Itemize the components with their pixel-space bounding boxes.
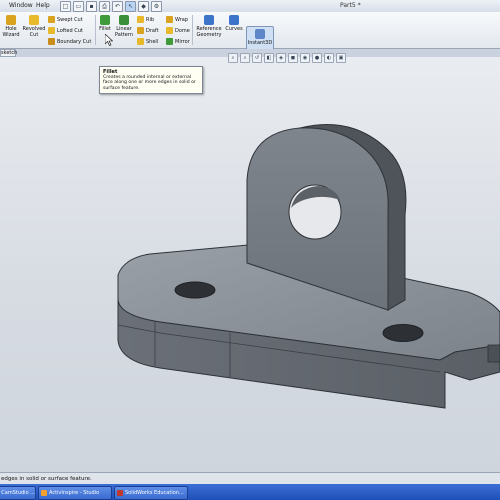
lofted-cut-button[interactable]: Lofted Cut xyxy=(48,26,83,35)
solidworks-window: Window Help □ ▭ ▪ ⎙ ↶ ↖ ◆ ⚙ Part5 * Hole… xyxy=(0,0,500,500)
command-manager: Hole Wizard Revolved Cut Swept Cut Lofte… xyxy=(0,12,500,60)
curves-button[interactable]: Curves xyxy=(224,15,244,32)
revolved-cut-icon xyxy=(29,15,39,25)
reference-geometry-button[interactable]: Reference Geometry xyxy=(195,15,223,38)
zoom-to-fit-icon[interactable]: ⌕ xyxy=(228,53,238,63)
rib-icon xyxy=(137,16,144,23)
base-hole-right xyxy=(382,324,424,342)
mirror-label: Mirror xyxy=(175,38,190,45)
wrap-label: Wrap xyxy=(175,16,189,23)
hide-show-items-icon[interactable]: ◉ xyxy=(300,53,310,63)
save-icon[interactable]: ▪ xyxy=(86,1,97,12)
lofted-cut-label: Lofted Cut xyxy=(57,27,83,34)
boundary-cut-icon xyxy=(48,38,55,45)
fillet-tooltip: Fillet Creates a rounded internal or ext… xyxy=(99,66,203,94)
fillet-button[interactable]: Fillet xyxy=(98,15,112,32)
curves-label: Curves xyxy=(225,26,243,32)
instant3d-icon xyxy=(255,29,265,39)
ribbon-separator xyxy=(95,15,96,45)
rib-label: Rib xyxy=(146,16,155,23)
mirror-button[interactable]: Mirror xyxy=(166,37,190,46)
reference-geometry-icon xyxy=(204,15,214,25)
tooltip-body: Creates a rounded internal or external f… xyxy=(103,75,196,91)
view-orientation-icon[interactable]: ◈ xyxy=(276,53,286,63)
rib-button[interactable]: Rib xyxy=(137,15,154,24)
activinspire-icon xyxy=(41,490,47,496)
reference-geometry-label: Reference Geometry xyxy=(196,26,222,38)
draft-icon xyxy=(137,27,144,34)
graphics-area[interactable] xyxy=(0,57,500,472)
base-notch xyxy=(487,344,500,363)
select-icon[interactable]: ↖ xyxy=(125,1,136,12)
rebuild-icon[interactable]: ◆ xyxy=(138,1,149,12)
fillet-icon xyxy=(100,15,110,25)
hole-wizard-icon xyxy=(6,15,16,25)
taskbar-item-label: SolidWorks Education... xyxy=(125,490,184,496)
section-view-icon[interactable]: ◧ xyxy=(264,53,274,63)
document-title: Part5 * xyxy=(340,2,361,9)
print-icon[interactable]: ⎙ xyxy=(99,1,110,12)
dome-label: Dome xyxy=(175,27,190,34)
zoom-to-area-icon[interactable]: ⌕ xyxy=(240,53,250,63)
ribbon-separator xyxy=(192,15,193,45)
menu-window[interactable]: Window xyxy=(9,2,33,9)
boundary-cut-label: Boundary Cut xyxy=(57,38,92,45)
draft-label: Draft xyxy=(146,27,159,34)
dome-icon xyxy=(166,27,173,34)
linear-pattern-button[interactable]: Linear Pattern xyxy=(114,15,134,38)
revolved-cut-button[interactable]: Revolved Cut xyxy=(22,15,46,38)
display-style-icon[interactable]: ◼ xyxy=(288,53,298,63)
taskbar-item-activinspire[interactable]: ActivInspire - Studio xyxy=(38,486,112,500)
quick-access-toolbar: □ ▭ ▪ ⎙ ↶ ↖ ◆ ⚙ xyxy=(60,1,162,12)
base-hole-left xyxy=(174,281,216,299)
mirror-icon xyxy=(166,38,173,45)
options-icon[interactable]: ⚙ xyxy=(151,1,162,12)
apply-scene-icon[interactable]: ◐ xyxy=(324,53,334,63)
edit-appearance-icon[interactable]: ● xyxy=(312,53,322,63)
linear-pattern-icon xyxy=(119,15,129,25)
windows-taskbar: CamStudio ... ActivInspire - Studio Soli… xyxy=(0,484,500,500)
previous-view-icon[interactable]: ↺ xyxy=(252,53,262,63)
undo-icon[interactable]: ↶ xyxy=(112,1,123,12)
taskbar-item-camstudio[interactable]: CamStudio ... xyxy=(0,486,36,500)
swept-cut-label: Swept Cut xyxy=(57,16,83,23)
shell-button[interactable]: Shell xyxy=(137,37,158,46)
linear-pattern-label: Linear Pattern xyxy=(115,26,133,38)
curves-icon xyxy=(229,15,239,25)
wrap-button[interactable]: Wrap xyxy=(166,15,188,24)
instant3d-label: Instant3D xyxy=(247,40,273,46)
taskbar-item-label: ActivInspire - Studio xyxy=(49,490,100,496)
tab-sketch[interactable]: sketch xyxy=(0,49,17,57)
wrap-icon xyxy=(166,16,173,23)
boundary-cut-button[interactable]: Boundary Cut xyxy=(48,37,91,46)
new-icon[interactable]: □ xyxy=(60,1,71,12)
open-icon[interactable]: ▭ xyxy=(73,1,84,12)
dome-button[interactable]: Dome xyxy=(166,26,190,35)
revolved-cut-label: Revolved Cut xyxy=(22,26,46,38)
hole-wizard-button[interactable]: Hole Wizard xyxy=(2,15,20,38)
mouse-cursor-icon xyxy=(105,34,113,46)
taskbar-item-solidworks[interactable]: SolidWorks Education... xyxy=(114,486,188,500)
lofted-cut-icon xyxy=(48,27,55,34)
part-model xyxy=(117,124,500,409)
fillet-label: Fillet xyxy=(99,26,111,32)
taskbar-item-label: CamStudio ... xyxy=(1,490,35,496)
view-settings-icon[interactable]: ▣ xyxy=(336,53,346,63)
instant3d-content: Instant3D xyxy=(248,29,272,46)
shell-icon xyxy=(137,38,144,45)
heads-up-view-toolbar: ⌕ ⌕ ↺ ◧ ◈ ◼ ◉ ● ◐ ▣ xyxy=(228,53,346,63)
swept-cut-button[interactable]: Swept Cut xyxy=(48,15,83,24)
draft-button[interactable]: Draft xyxy=(137,26,159,35)
hole-wizard-label: Hole Wizard xyxy=(2,26,20,38)
menu-help[interactable]: Help xyxy=(36,2,50,9)
shell-label: Shell xyxy=(146,38,159,45)
status-bar: edges in solid or surface feature. xyxy=(0,472,500,484)
solidworks-icon xyxy=(117,490,123,496)
swept-cut-icon xyxy=(48,16,55,23)
